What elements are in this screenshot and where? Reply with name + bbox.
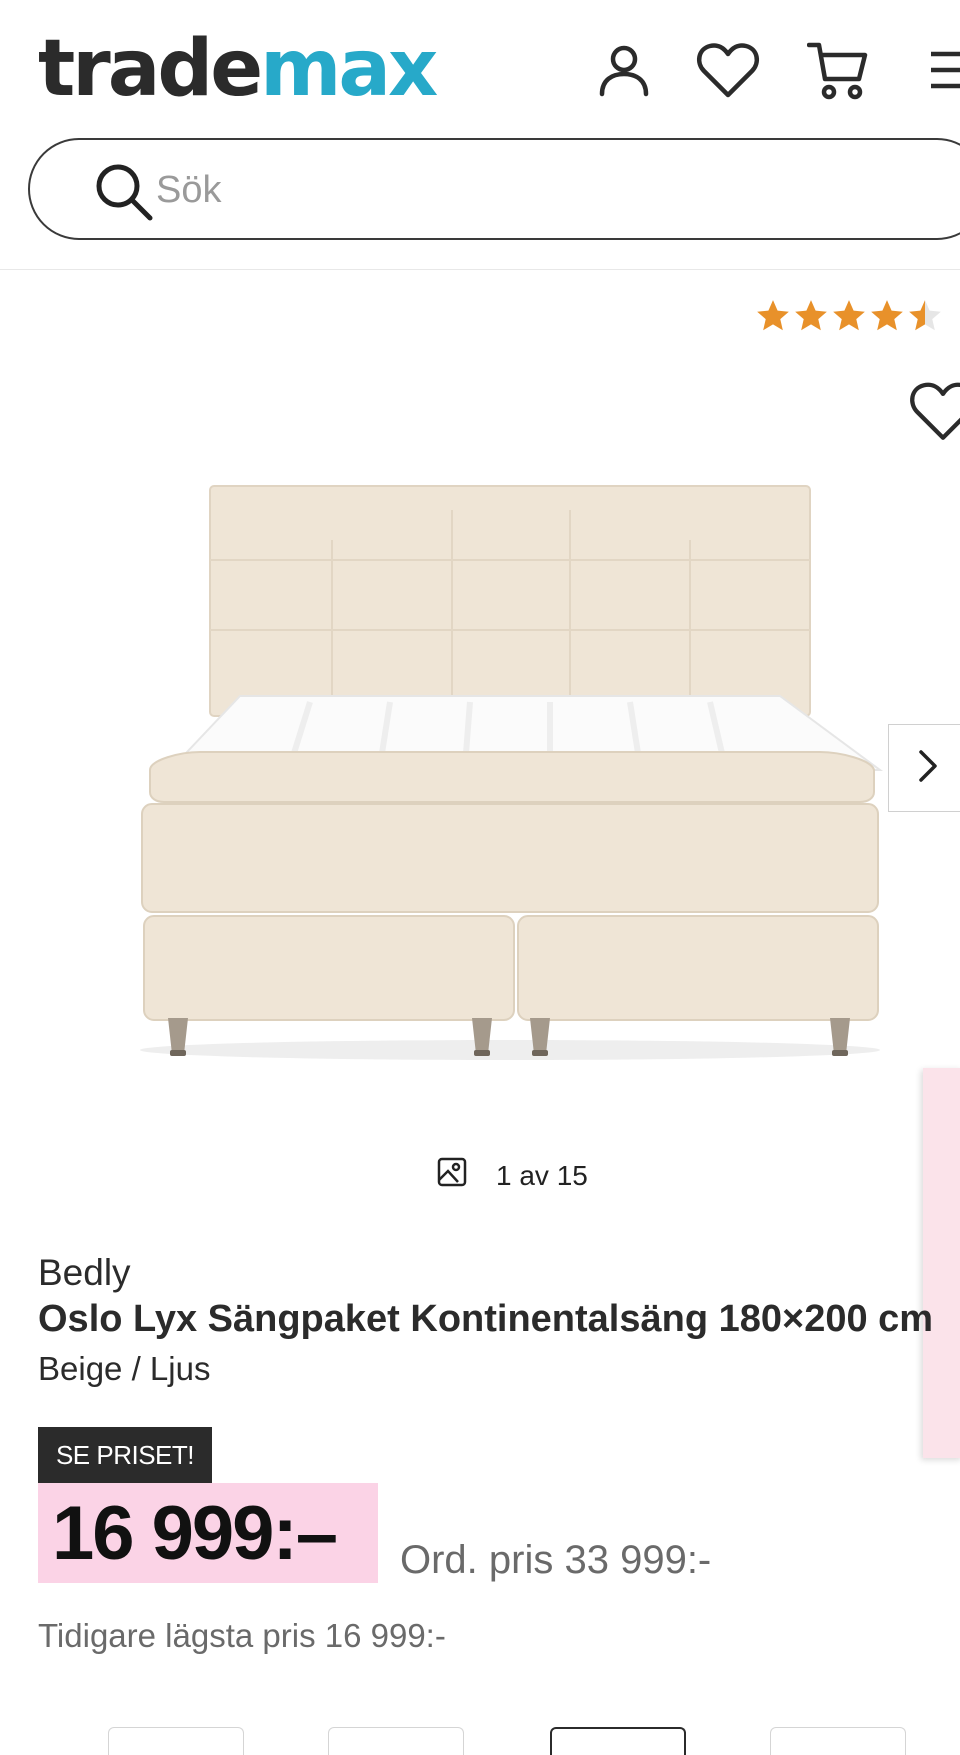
chevron-right-icon (915, 748, 941, 789)
gallery-counter: 1 av 15 (436, 1156, 588, 1195)
product-rating[interactable]: ( (754, 296, 960, 335)
star-full-icon (754, 297, 792, 335)
heart-icon[interactable] (694, 36, 762, 104)
gallery-counter-text: 1 av 15 (496, 1159, 588, 1191)
next-image-button[interactable] (888, 724, 960, 812)
current-price: 16 999:– (52, 1490, 338, 1576)
image-icon (436, 1156, 468, 1195)
product-image-bed[interactable] (120, 470, 890, 1070)
user-icon[interactable] (590, 36, 658, 104)
search-input[interactable] (156, 158, 856, 222)
product-variant: Beige / Ljus (38, 1350, 211, 1387)
star-full-icon (830, 297, 868, 335)
site-header: trademax (0, 0, 960, 270)
star-full-icon (868, 297, 906, 335)
search-bar[interactable] (28, 138, 960, 240)
product-title: Oslo Lyx Sängpaket Kontinentalsäng 180×2… (38, 1298, 934, 1340)
variant-thumbnail[interactable] (108, 1727, 244, 1755)
add-to-wishlist-heart-icon[interactable] (908, 380, 960, 442)
star-full-icon (792, 297, 830, 335)
price-box: 16 999:– (38, 1483, 378, 1583)
star-half-icon (906, 297, 944, 335)
variant-thumbnail-selected[interactable] (550, 1727, 686, 1755)
logo-text-part1: trade (38, 24, 263, 114)
variant-thumbnail[interactable] (770, 1727, 906, 1755)
cart-icon[interactable] (804, 36, 872, 104)
search-icon (94, 162, 154, 222)
price-badge: SE PRISET! (38, 1427, 212, 1483)
lowest-price-note: Tidigare lägsta pris 16 999:- (38, 1617, 446, 1654)
product-brand[interactable]: Bedly (38, 1252, 131, 1294)
menu-icon[interactable] (914, 36, 960, 104)
logo-text-part2: max (260, 24, 438, 114)
side-promo-panel[interactable] (923, 1068, 960, 1458)
trademax-logo[interactable]: trademax (38, 24, 438, 114)
ordinary-price: Ord. pris 33 999:- (400, 1538, 712, 1582)
variant-thumbnail[interactable] (328, 1727, 464, 1755)
